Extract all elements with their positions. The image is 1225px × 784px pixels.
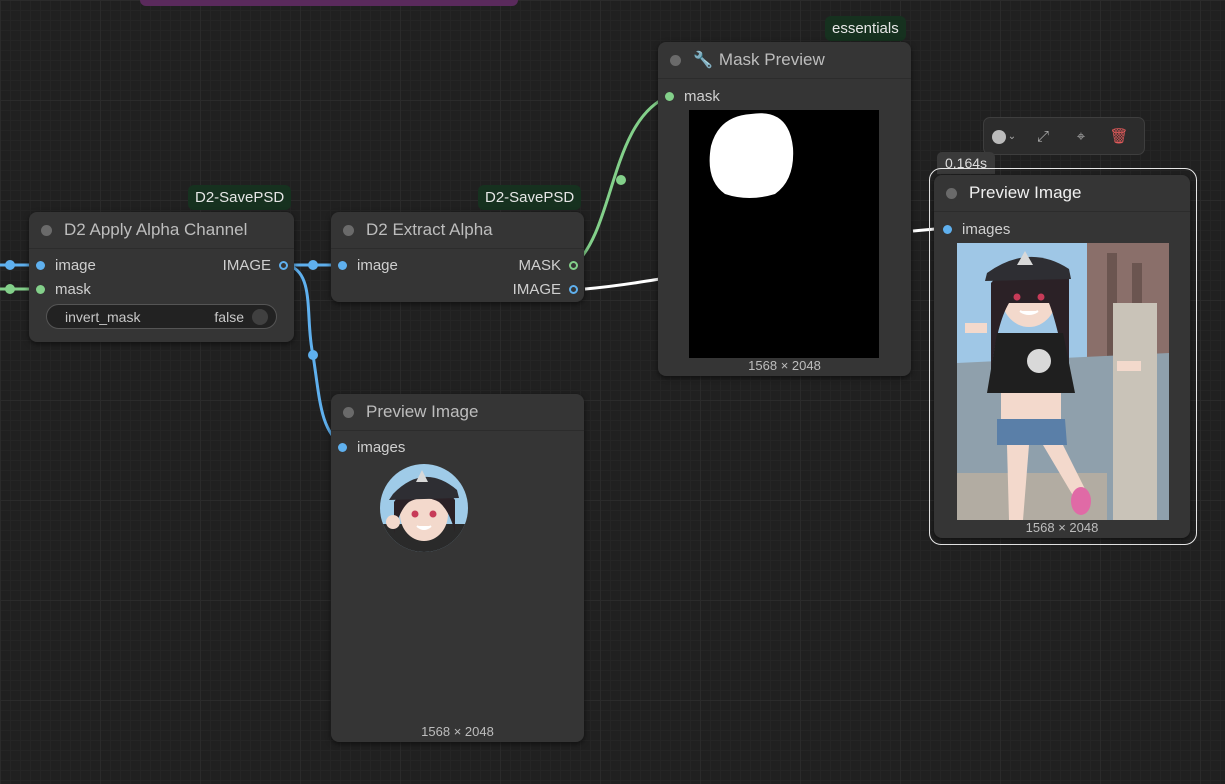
- node-title: Preview Image: [366, 402, 479, 421]
- node-badge: D2-SavePSD: [478, 185, 582, 210]
- group-frame: [140, 0, 518, 6]
- bypass-icon[interactable]: ⤢: [1024, 128, 1062, 145]
- node-title-bar[interactable]: Preview Image: [934, 175, 1190, 212]
- node-title: Mask Preview: [718, 50, 825, 69]
- widget-label: invert_mask: [65, 308, 141, 325]
- image-dimensions: 1568 × 2048: [421, 724, 494, 739]
- collapse-dot-icon[interactable]: [343, 406, 354, 418]
- output-slot-image[interactable]: IMAGE: [223, 255, 288, 275]
- input-slot-images[interactable]: images: [943, 219, 1010, 239]
- node-extract-alpha[interactable]: D2 Extract Alpha image MASK IMAGE: [331, 212, 584, 302]
- image-dimensions: 1568 × 2048: [1025, 520, 1099, 535]
- slot-label: IMAGE: [222, 256, 271, 274]
- image-dimensions: 1568 × 2048: [748, 358, 821, 373]
- node-title: Preview Image: [969, 183, 1082, 202]
- mask-preview-image[interactable]: [689, 110, 879, 358]
- pin-icon[interactable]: ⌖: [1062, 128, 1100, 145]
- collapse-dot-icon[interactable]: [670, 54, 681, 66]
- input-port-icon[interactable]: [665, 91, 674, 101]
- node-apply-alpha-channel[interactable]: D2 Apply Alpha Channel image mask IMAGE …: [29, 212, 294, 342]
- delete-icon[interactable]: 🗑: [1100, 127, 1138, 145]
- node-title: D2 Extract Alpha: [366, 220, 493, 239]
- node-badge: essentials: [825, 16, 906, 41]
- selection-toolbox[interactable]: ⌄ ⤢ ⌖ 🗑: [983, 117, 1145, 155]
- widget-value: false: [214, 308, 244, 325]
- input-slot-image[interactable]: image: [338, 255, 398, 275]
- output-port-icon[interactable]: [279, 260, 288, 270]
- input-slot-mask[interactable]: mask: [36, 279, 91, 299]
- slot-label: mask: [55, 280, 91, 298]
- input-port-icon[interactable]: [36, 284, 45, 294]
- invert-mask-toggle[interactable]: invert_mask false: [46, 304, 277, 329]
- input-port-icon[interactable]: [338, 260, 347, 270]
- node-preview-image-selected[interactable]: Preview Image images 1568 × 2048: [934, 175, 1190, 538]
- input-slot-images[interactable]: images: [338, 437, 405, 457]
- slot-label: MASK: [518, 256, 561, 274]
- node-title: D2 Apply Alpha Channel: [64, 220, 248, 239]
- wrench-icon: 🔧: [693, 52, 713, 69]
- node-mask-preview[interactable]: 🔧 Mask Preview mask 1568 × 2048: [658, 42, 911, 376]
- slot-label: images: [962, 220, 1011, 238]
- slot-label: images: [357, 438, 406, 456]
- input-port-icon[interactable]: [36, 260, 45, 270]
- slot-label: image: [357, 256, 398, 274]
- node-title-bar[interactable]: Preview Image: [331, 394, 584, 431]
- preview-image-circle[interactable]: [379, 462, 469, 554]
- node-title-bar[interactable]: 🔧 Mask Preview: [658, 42, 911, 79]
- node-badge: D2-SavePSD: [188, 185, 292, 210]
- slot-label: mask: [684, 87, 720, 105]
- node-title-bar[interactable]: D2 Apply Alpha Channel: [29, 212, 294, 249]
- slot-label: IMAGE: [512, 280, 561, 298]
- node-title-bar[interactable]: D2 Extract Alpha: [331, 212, 584, 249]
- input-port-icon[interactable]: [943, 224, 952, 234]
- preview-image-full[interactable]: [957, 243, 1169, 520]
- input-port-icon[interactable]: [338, 442, 347, 452]
- output-port-icon[interactable]: [569, 284, 578, 294]
- input-slot-mask[interactable]: mask: [665, 86, 720, 106]
- output-port-icon[interactable]: [569, 260, 578, 270]
- slot-label: image: [55, 256, 96, 274]
- node-preview-image[interactable]: Preview Image images 1568 × 2048: [331, 394, 584, 742]
- output-slot-mask[interactable]: MASK: [518, 255, 578, 275]
- collapse-dot-icon[interactable]: [41, 224, 52, 236]
- toggle-knob-icon[interactable]: [252, 308, 268, 325]
- collapse-dot-icon[interactable]: [343, 224, 354, 236]
- collapse-dot-icon[interactable]: [946, 187, 957, 199]
- color-circle-icon[interactable]: ⌄: [984, 128, 1024, 145]
- output-slot-image[interactable]: IMAGE: [513, 279, 578, 299]
- input-slot-image[interactable]: image: [36, 255, 96, 275]
